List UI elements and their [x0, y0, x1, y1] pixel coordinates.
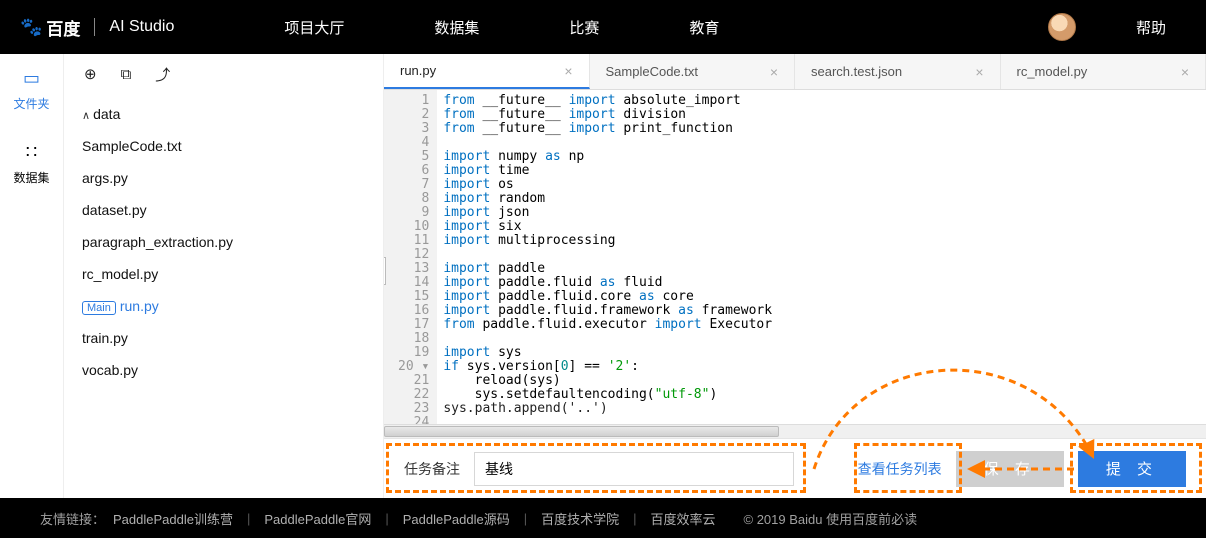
top-nav: 🐾百度 AI Studio 项目大厅 数据集 比赛 教育 帮助: [0, 0, 1206, 54]
submit-button[interactable]: 提 交: [1078, 451, 1186, 487]
divider: [94, 18, 95, 36]
nav-item-edu[interactable]: 教育: [689, 17, 719, 38]
nav-links: 项目大厅 数据集 比赛 教育: [284, 17, 719, 38]
scrollbar-thumb[interactable]: [384, 426, 779, 437]
close-icon[interactable]: ×: [1181, 64, 1189, 80]
task-list-link[interactable]: 查看任务列表: [858, 459, 942, 479]
code-content[interactable]: from __future__ import absolute_importfr…: [437, 90, 1206, 424]
code-editor[interactable]: ◂ 1234567891011121314151617181920 ▾21222…: [384, 90, 1206, 424]
tab-label: run.py: [400, 63, 436, 78]
editor-area: run.py × SampleCode.txt × search.test.json…: [384, 54, 1206, 498]
paw-icon: 🐾: [20, 17, 42, 38]
tree-file[interactable]: vocab.py: [76, 354, 371, 386]
rail-datasets-label: 数据集: [13, 169, 49, 186]
footer-link[interactable]: 百度技术学院: [541, 509, 619, 528]
panel-collapse-handle[interactable]: ◂: [384, 257, 386, 285]
close-icon[interactable]: ×: [770, 64, 778, 80]
remark-input[interactable]: [474, 452, 794, 486]
close-icon[interactable]: ×: [564, 63, 572, 79]
tab-run-py[interactable]: run.py ×: [384, 54, 590, 89]
rail-files[interactable]: ▭ 文件夹: [13, 68, 49, 112]
remark-label: 任务备注: [404, 459, 460, 479]
save-button[interactable]: 保 存: [956, 451, 1064, 487]
footer-link[interactable]: PaddlePaddle官网: [264, 509, 371, 528]
footer-prefix: 友情链接：: [40, 509, 105, 528]
left-rail: ▭ 文件夹 ∷ 数据集: [0, 54, 64, 498]
folder-icon: ▭: [23, 68, 40, 89]
file-toolbar: ⊕ ⧉ ⤴: [64, 54, 383, 94]
tree-file[interactable]: args.py: [76, 162, 371, 194]
line-gutter: 1234567891011121314151617181920 ▾2122232…: [384, 90, 437, 424]
nav-item-contests[interactable]: 比赛: [569, 17, 599, 38]
tree-file[interactable]: dataset.py: [76, 194, 371, 226]
upload-icon[interactable]: ⤴: [155, 64, 170, 85]
brand-baidu: 百度: [46, 15, 80, 40]
nav-item-projects[interactable]: 项目大厅: [284, 17, 344, 38]
main-file-name: run.py: [120, 298, 159, 314]
file-panel: ⊕ ⧉ ⤴ data SampleCode.txt args.py datase…: [64, 54, 384, 498]
nav-help[interactable]: 帮助: [1136, 17, 1166, 38]
rail-files-label: 文件夹: [13, 95, 49, 112]
tab-samplecode[interactable]: SampleCode.txt ×: [590, 54, 796, 89]
bottom-bar: 任务备注 查看任务列表 保 存 提 交: [384, 438, 1206, 498]
footer-link[interactable]: PaddlePaddle源码: [403, 509, 510, 528]
tab-label: rc_model.py: [1017, 64, 1088, 79]
footer: 友情链接： PaddlePaddle训练营| PaddlePaddle官网| P…: [0, 498, 1206, 538]
dataset-icon: ∷: [26, 142, 37, 163]
tab-rc-model[interactable]: rc_model.py ×: [1001, 54, 1206, 89]
editor-tabs: run.py × SampleCode.txt × search.test.json…: [384, 54, 1206, 90]
tree-file-main[interactable]: Main run.py: [76, 290, 371, 322]
tab-label: search.test.json: [811, 64, 902, 79]
new-folder-icon[interactable]: ⧉: [121, 66, 132, 83]
avatar[interactable]: [1048, 13, 1076, 41]
brand-studio: AI Studio: [109, 18, 174, 36]
tree-folder-data[interactable]: data: [76, 98, 371, 130]
tree-file[interactable]: SampleCode.txt: [76, 130, 371, 162]
main-badge: Main: [82, 301, 116, 315]
footer-link[interactable]: PaddlePaddle训练营: [113, 509, 233, 528]
footer-copyright: © 2019 Baidu 使用百度前必读: [744, 509, 918, 528]
horizontal-scrollbar[interactable]: [384, 424, 1206, 438]
tab-label: SampleCode.txt: [606, 64, 699, 79]
rail-datasets[interactable]: ∷ 数据集: [13, 142, 49, 186]
new-file-icon[interactable]: ⊕: [84, 65, 97, 83]
tree-file[interactable]: train.py: [76, 322, 371, 354]
nav-item-datasets[interactable]: 数据集: [434, 17, 479, 38]
file-tree: data SampleCode.txt args.py dataset.py p…: [64, 94, 383, 390]
logo-area[interactable]: 🐾百度 AI Studio: [20, 15, 174, 40]
tree-file[interactable]: paragraph_extraction.py: [76, 226, 371, 258]
tree-file[interactable]: rc_model.py: [76, 258, 371, 290]
tab-search-json[interactable]: search.test.json ×: [795, 54, 1001, 89]
close-icon[interactable]: ×: [975, 64, 983, 80]
footer-link[interactable]: 百度效率云: [651, 509, 716, 528]
